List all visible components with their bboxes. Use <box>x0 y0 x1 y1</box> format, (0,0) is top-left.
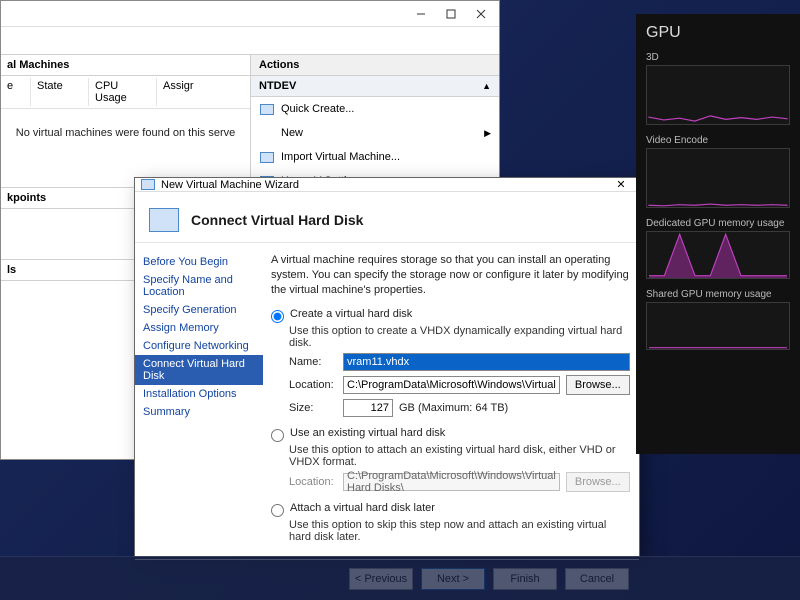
location-label: Location: <box>289 476 337 488</box>
action-import[interactable]: Import Virtual Machine... <box>251 145 499 169</box>
col-state[interactable]: State <box>31 78 89 106</box>
action-label: New <box>281 127 303 139</box>
radio-existing-vhd[interactable] <box>271 429 284 442</box>
close-button[interactable] <box>467 4 495 24</box>
wizard-heading: Connect Virtual Hard Disk <box>191 212 363 228</box>
option-desc: Use this option to create a VHDX dynamic… <box>289 325 630 349</box>
nav-configure-networking[interactable]: Configure Networking <box>135 337 263 355</box>
col-name[interactable]: e <box>1 78 31 106</box>
wizard-title: New Virtual Machine Wizard <box>161 179 299 191</box>
window-titlebar <box>1 1 499 27</box>
actions-header: Actions <box>251 55 499 76</box>
option-label: Create a virtual hard disk <box>290 308 412 320</box>
gpu-dedicated-mem-label: Dedicated GPU memory usage <box>646 218 790 229</box>
blank-icon <box>259 125 275 141</box>
nav-summary[interactable]: Summary <box>135 403 263 421</box>
vhd-size-input[interactable] <box>343 399 393 417</box>
toolbar <box>1 27 499 55</box>
nav-connect-vhd[interactable]: Connect Virtual Hard Disk <box>135 355 263 385</box>
gpu-3d-label: 3D <box>646 52 790 63</box>
actions-group[interactable]: NTDEV ▲ <box>251 76 499 97</box>
minimize-button[interactable] <box>407 4 435 24</box>
name-label: Name: <box>289 356 337 368</box>
vm-columns: e State CPU Usage Assigr <box>1 76 250 109</box>
gpu-shared-mem-chart <box>646 302 790 350</box>
action-new[interactable]: New ▶ <box>251 121 499 145</box>
option-label: Attach a virtual hard disk later <box>290 502 435 514</box>
action-label: Quick Create... <box>281 103 354 115</box>
gpu-shared-mem-label: Shared GPU memory usage <box>646 289 790 300</box>
taskbar[interactable] <box>0 556 800 600</box>
radio-create-vhd[interactable] <box>271 310 284 323</box>
monitor-icon <box>259 101 275 117</box>
wizard-icon <box>141 179 155 190</box>
option-attach-later: Attach a virtual hard disk later Use thi… <box>271 502 630 543</box>
actions-group-label: NTDEV <box>259 80 296 92</box>
collapse-icon: ▲ <box>482 81 491 91</box>
nav-specify-name[interactable]: Specify Name and Location <box>135 271 263 301</box>
existing-location-readonly: C:\ProgramData\Microsoft\Windows\Virtual… <box>343 473 560 491</box>
size-suffix: GB (Maximum: 64 TB) <box>399 402 508 414</box>
gpu-monitor-panel: GPU 3D Video Encode Dedicated GPU memory… <box>636 14 800 454</box>
nav-installation-options[interactable]: Installation Options <box>135 385 263 403</box>
wizard-nav: Before You Begin Specify Name and Locati… <box>135 243 263 559</box>
nav-before-you-begin[interactable]: Before You Begin <box>135 253 263 271</box>
vm-empty-message: No virtual machines were found on this s… <box>1 109 250 157</box>
close-button[interactable]: ✕ <box>609 178 633 191</box>
vhd-location-input[interactable] <box>343 376 560 394</box>
wizard-titlebar: New Virtual Machine Wizard ✕ <box>135 178 639 192</box>
browse-button-disabled: Browse... <box>566 472 630 492</box>
size-label: Size: <box>289 402 337 414</box>
location-label: Location: <box>289 379 337 391</box>
wizard-page-icon <box>149 208 179 232</box>
wizard-header: Connect Virtual Hard Disk <box>135 192 639 243</box>
maximize-button[interactable] <box>437 4 465 24</box>
option-desc: Use this option to skip this step now an… <box>289 519 630 543</box>
option-existing-vhd: Use an existing virtual hard disk Use th… <box>271 427 630 492</box>
gpu-dedicated-mem-chart <box>646 231 790 279</box>
gpu-title: GPU <box>646 24 790 42</box>
action-quick-create[interactable]: Quick Create... <box>251 97 499 121</box>
vhd-name-input[interactable] <box>343 353 630 371</box>
wizard-intro: A virtual machine requires storage so th… <box>271 253 630 298</box>
action-label: Import Virtual Machine... <box>281 151 400 163</box>
submenu-icon: ▶ <box>484 128 491 139</box>
wizard-content: A virtual machine requires storage so th… <box>263 243 642 559</box>
gpu-video-encode-chart <box>646 148 790 208</box>
browse-button[interactable]: Browse... <box>566 375 630 395</box>
option-create-vhd: Create a virtual hard disk Use this opti… <box>271 308 630 417</box>
vm-panel-header: al Machines <box>1 55 250 76</box>
new-vm-wizard-dialog: New Virtual Machine Wizard ✕ Connect Vir… <box>134 177 640 557</box>
col-cpu[interactable]: CPU Usage <box>89 78 157 106</box>
radio-attach-later[interactable] <box>271 504 284 517</box>
gpu-3d-chart <box>646 65 790 125</box>
option-label: Use an existing virtual hard disk <box>290 427 445 439</box>
col-assigned[interactable]: Assigr <box>157 78 250 106</box>
nav-assign-memory[interactable]: Assign Memory <box>135 319 263 337</box>
import-icon <box>259 149 275 165</box>
option-desc: Use this option to attach an existing vi… <box>289 444 630 468</box>
nav-specify-generation[interactable]: Specify Generation <box>135 301 263 319</box>
gpu-video-encode-label: Video Encode <box>646 135 790 146</box>
